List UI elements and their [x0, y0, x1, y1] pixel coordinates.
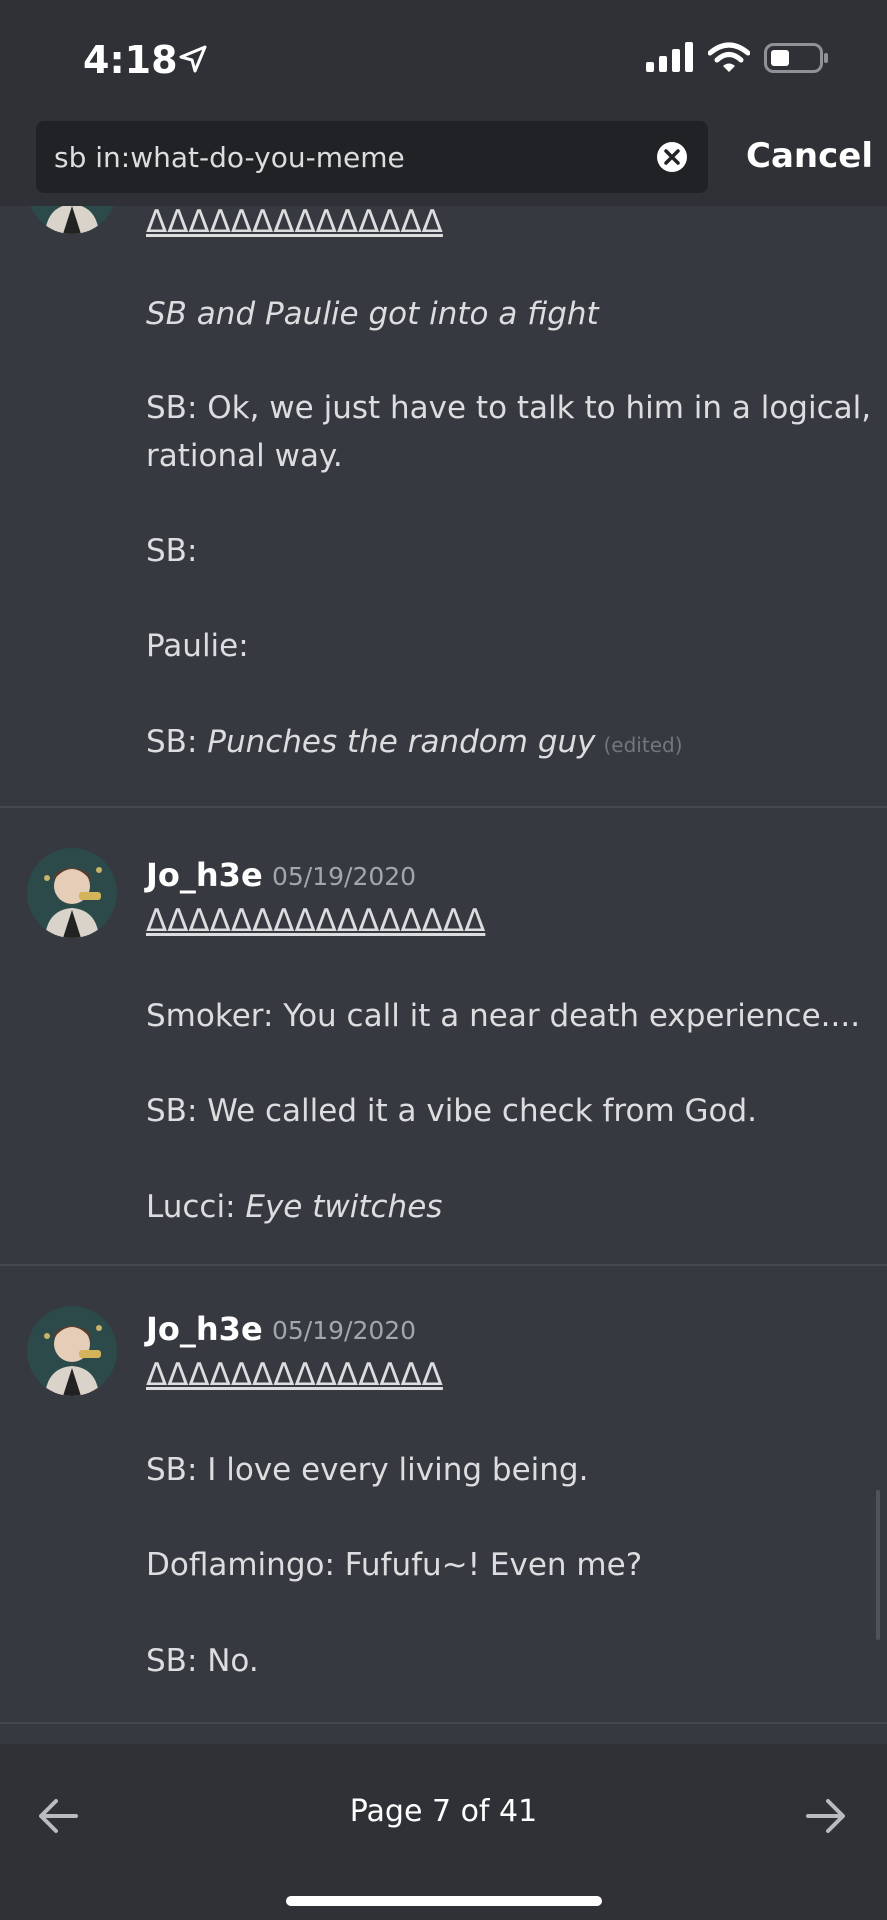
top-bar: 4:18 sb in:what-do-you-meme Cancel [0, 0, 887, 206]
message-timestamp: 05/19/2020 [272, 862, 417, 891]
message-author[interactable]: Jo_h3e [146, 856, 263, 894]
message-text: Lucci: [146, 1189, 246, 1225]
message-line: SB: I love every living being. [146, 1452, 589, 1488]
message-text: SB: [146, 724, 208, 760]
message-text-italic: Eye twitches [245, 1189, 443, 1225]
avatar [27, 206, 117, 234]
message-author[interactable]: Jo_h3e [146, 1310, 263, 1348]
edited-label: (edited) [603, 733, 683, 757]
message-text-italic: Punches the random guy [207, 724, 596, 760]
message-line: SB: No. [146, 1643, 259, 1679]
message-line: ΔΔΔΔΔΔΔΔΔΔΔΔΔΔ [146, 1357, 443, 1393]
message-line: Smoker: You call it a near death experie… [146, 998, 861, 1034]
search-results: ΔΔΔΔΔΔΔΔΔΔΔΔΔΔ SB and Paulie got into a … [0, 206, 887, 1744]
search-input[interactable]: sb in:what-do-you-meme [36, 121, 708, 193]
avatar [27, 1306, 117, 1396]
message-line: ΔΔΔΔΔΔΔΔΔΔΔΔΔΔΔΔ [146, 903, 486, 939]
next-page-icon[interactable] [804, 1794, 848, 1842]
avatar [27, 848, 117, 938]
pagination-bar: Page 7 of 41 [0, 1744, 887, 1920]
message-line: SB: Punches the random guy (edited) [146, 724, 683, 760]
battery-icon [764, 43, 830, 77]
message-line: SB: Ok, we just have to talk to him in a… [146, 390, 872, 426]
status-bar: 4:18 [0, 0, 887, 118]
cancel-button[interactable]: Cancel [746, 136, 873, 176]
location-arrow-icon [178, 44, 208, 78]
clear-search-icon[interactable] [656, 141, 688, 177]
scrollbar[interactable] [876, 1490, 880, 1640]
wifi-icon [707, 42, 751, 78]
page-indicator: Page 7 of 41 [349, 1794, 538, 1829]
cellular-signal-icon [646, 42, 694, 76]
search-result-message[interactable]: ΔΔΔΔΔΔΔΔΔΔΔΔΔΔ SB and Paulie got into a … [0, 206, 887, 806]
message-line: Lucci: Eye twitches [146, 1189, 442, 1225]
message-line: rational way. [146, 438, 343, 474]
search-query: sb in:what-do-you-meme [54, 141, 405, 174]
status-time: 4:18 [83, 38, 178, 82]
message-line: Doflamingo: Fufufu~! Even me? [146, 1547, 643, 1583]
divider [0, 1722, 887, 1724]
home-indicator [286, 1896, 602, 1906]
message-line: Paulie: [146, 628, 249, 664]
message-line: ΔΔΔΔΔΔΔΔΔΔΔΔΔΔ [146, 206, 443, 240]
message-line: SB and Paulie got into a fight [146, 296, 599, 332]
message-line: SB: [146, 533, 198, 569]
search-result-message[interactable]: Jo_h3e 05/19/2020 ΔΔΔΔΔΔΔΔΔΔΔΔΔΔΔΔ Smoke… [0, 808, 887, 1264]
message-line: SB: We called it a vibe check from God. [146, 1093, 758, 1129]
search-result-message[interactable]: Jo_h3e 05/19/2020 ΔΔΔΔΔΔΔΔΔΔΔΔΔΔ SB: I l… [0, 1266, 887, 1722]
message-timestamp: 05/19/2020 [272, 1316, 417, 1345]
